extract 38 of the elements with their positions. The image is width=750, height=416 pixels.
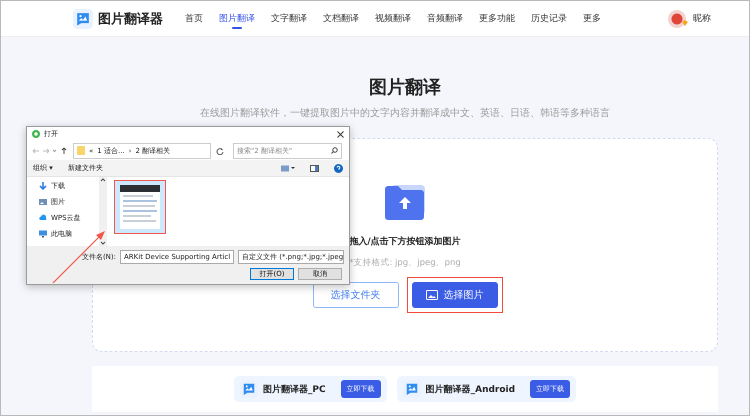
view-options-icon[interactable] — [281, 164, 295, 172]
page-title: 图片翻译 — [369, 76, 441, 99]
navigation-arrows-icon[interactable] — [32, 146, 68, 155]
cloud-icon — [39, 214, 47, 222]
folder-upload-icon — [383, 183, 427, 223]
image-icon — [39, 198, 47, 206]
nav-link[interactable]: 图片翻译 — [211, 1, 263, 36]
nav-link[interactable]: 更多功能 — [471, 1, 523, 36]
file-thumbnail[interactable] — [114, 180, 166, 234]
refresh-icon[interactable] — [216, 146, 224, 155]
scroll-down-icon[interactable] — [100, 241, 106, 246]
upload-prompt: 拖入/点击下方按钮添加图片 — [349, 235, 461, 248]
select-image-button[interactable]: 选择图片 — [412, 282, 498, 308]
scroll-up-icon[interactable] — [100, 177, 106, 182]
nav-link[interactable]: 更多 — [575, 1, 609, 36]
app-name: 图片翻译器_PC — [262, 383, 326, 396]
brand-name: 图片翻译器 — [98, 10, 163, 28]
nav-link[interactable]: 视频翻译 — [367, 1, 419, 36]
help-icon[interactable] — [334, 164, 343, 173]
folder-icon — [77, 146, 85, 156]
image-icon — [426, 290, 438, 300]
page-subtitle: 在线图片翻译软件，一键提取图片中的文字内容并翻译成中文、英语、日语、韩语等多种语言 — [200, 106, 610, 120]
search-icon — [331, 147, 338, 154]
app-logo-icon — [73, 8, 93, 28]
nav-link[interactable]: 首页 — [177, 1, 211, 36]
preview-pane-icon[interactable] — [310, 164, 319, 172]
nav-link[interactable]: 历史记录 — [523, 1, 575, 36]
download-icon — [39, 182, 47, 190]
computer-icon — [39, 230, 47, 238]
select-folder-button[interactable]: 选择文件夹 — [312, 282, 398, 308]
user-name[interactable]: 昵称 — [693, 12, 711, 25]
app-name: 图片翻译器_Android — [426, 383, 516, 396]
nav-link[interactable]: 音频翻译 — [419, 1, 471, 36]
nav-link[interactable]: 文字翻译 — [263, 1, 315, 36]
nav-link[interactable]: 文档翻译 — [315, 1, 367, 36]
avatar-icon[interactable] — [667, 8, 689, 28]
app-icon — [32, 130, 40, 138]
close-icon[interactable] — [337, 130, 344, 138]
